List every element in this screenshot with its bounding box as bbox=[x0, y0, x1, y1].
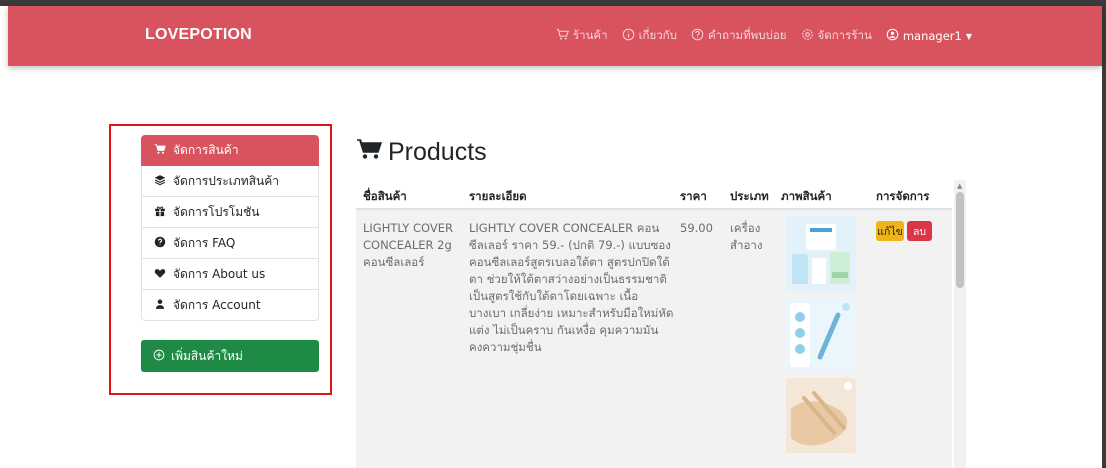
sidebar-item-label: จัดการประเภทสินค้า bbox=[173, 173, 279, 188]
col-header-description: รายละเอียด bbox=[469, 189, 527, 203]
sidebar-item-manage-promotions[interactable]: จัดการโปรโมชัน bbox=[141, 197, 319, 228]
gear-icon bbox=[801, 28, 814, 44]
question-icon bbox=[154, 236, 166, 251]
product-description-cell: LIGHTLY COVER CONCEALER คอนซีลเลอร์ ราคา… bbox=[469, 221, 674, 354]
sidebar-item-manage-about[interactable]: จัดการ About us bbox=[141, 259, 319, 290]
window-frame-right bbox=[1102, 0, 1106, 468]
nav-link-about[interactable]: เกี่ยวกับ bbox=[622, 27, 677, 45]
info-icon bbox=[622, 28, 635, 44]
sidebar-item-manage-products[interactable]: จัดการสินค้า bbox=[141, 135, 319, 166]
page-title: Products bbox=[356, 138, 487, 167]
scroll-up-icon[interactable]: ▲ bbox=[957, 182, 962, 190]
scrollbar-thumb[interactable] bbox=[956, 192, 964, 288]
user-icon bbox=[154, 298, 166, 313]
product-price-cell: 59.00 bbox=[680, 221, 713, 235]
user-name: manager1 bbox=[902, 29, 962, 43]
user-dropdown[interactable]: manager1 ▼ bbox=[886, 28, 972, 44]
add-product-label: เพิ่มสินค้าใหม่ bbox=[171, 348, 243, 363]
sidebar-item-label: จัดการโปรโมชัน bbox=[173, 204, 260, 219]
nav-link-label: ร้านค้า bbox=[572, 28, 608, 42]
edit-button[interactable]: แก้ไข bbox=[876, 221, 904, 241]
product-category-cell: เครื่องสำอาง bbox=[730, 221, 763, 252]
cart-icon bbox=[356, 138, 383, 167]
col-header-price: ราคา bbox=[680, 189, 707, 203]
product-image bbox=[786, 378, 856, 453]
product-images bbox=[786, 216, 856, 459]
product-image bbox=[786, 216, 856, 291]
sidebar-item-label: จัดการสินค้า bbox=[173, 143, 239, 157]
heart-icon bbox=[154, 267, 166, 282]
user-circle-icon bbox=[886, 28, 899, 44]
question-icon bbox=[691, 28, 704, 44]
col-header-category: ประเภท bbox=[730, 189, 769, 203]
col-header-actions: การจัดการ bbox=[876, 189, 930, 203]
page-title-text: Products bbox=[388, 138, 487, 166]
sidebar-item-manage-faq[interactable]: จัดการ FAQ bbox=[141, 228, 319, 259]
sidebar-item-label: จัดการ About us bbox=[173, 266, 266, 281]
table-scrollbar[interactable]: ▲ bbox=[954, 180, 966, 468]
cart-icon bbox=[154, 143, 166, 158]
layers-icon bbox=[154, 174, 166, 189]
nav-link-manage-shop[interactable]: จัดการร้าน bbox=[801, 27, 872, 45]
nav-link-label: เกี่ยวกับ bbox=[638, 28, 677, 42]
gift-icon bbox=[154, 205, 166, 220]
nav-link-label: คำถามที่พบบ่อย bbox=[707, 28, 787, 42]
plus-circle-icon bbox=[153, 349, 165, 364]
sidebar-item-label: จัดการ FAQ bbox=[173, 235, 236, 250]
nav-link-shop[interactable]: ร้านค้า bbox=[556, 27, 608, 45]
product-name-cell: LIGHTLY COVER CONCEALER 2g คอนซีลเลอร์ bbox=[363, 221, 453, 269]
product-image bbox=[786, 297, 856, 372]
nav-links: ร้านค้า เกี่ยวกับ คำถามที่พบบ่อย จัดการร… bbox=[542, 6, 1102, 66]
nav-link-label: จัดการร้าน bbox=[817, 28, 872, 42]
delete-button[interactable]: ลบ bbox=[907, 221, 932, 241]
top-navbar: LOVEPOTION ร้านค้า เกี่ยวกับ คำถามที่พบบ… bbox=[8, 6, 1102, 66]
sidebar-item-manage-account[interactable]: จัดการ Account bbox=[141, 290, 319, 321]
col-header-name: ชื่อสินค้า bbox=[363, 189, 407, 203]
table-header: ชื่อสินค้า รายละเอียด ราคา ประเภท ภาพสิน… bbox=[356, 180, 952, 210]
add-product-button[interactable]: เพิ่มสินค้าใหม่ bbox=[141, 340, 319, 372]
brand-logo[interactable]: LOVEPOTION bbox=[145, 26, 252, 44]
products-table: ชื่อสินค้า รายละเอียด ราคา ประเภท ภาพสิน… bbox=[356, 180, 966, 468]
nav-link-faq[interactable]: คำถามที่พบบ่อย bbox=[691, 27, 787, 45]
cart-icon bbox=[556, 28, 569, 44]
chevron-down-icon: ▼ bbox=[965, 31, 972, 41]
sidebar-item-label: จัดการ Account bbox=[173, 297, 261, 312]
sidebar-menu: จัดการสินค้า จัดการประเภทสินค้า จัดการโป… bbox=[141, 135, 319, 321]
sidebar-highlight-box: จัดการสินค้า จัดการประเภทสินค้า จัดการโป… bbox=[109, 124, 332, 395]
col-header-image: ภาพสินค้า bbox=[781, 189, 832, 203]
sidebar-item-manage-categories[interactable]: จัดการประเภทสินค้า bbox=[141, 166, 319, 197]
